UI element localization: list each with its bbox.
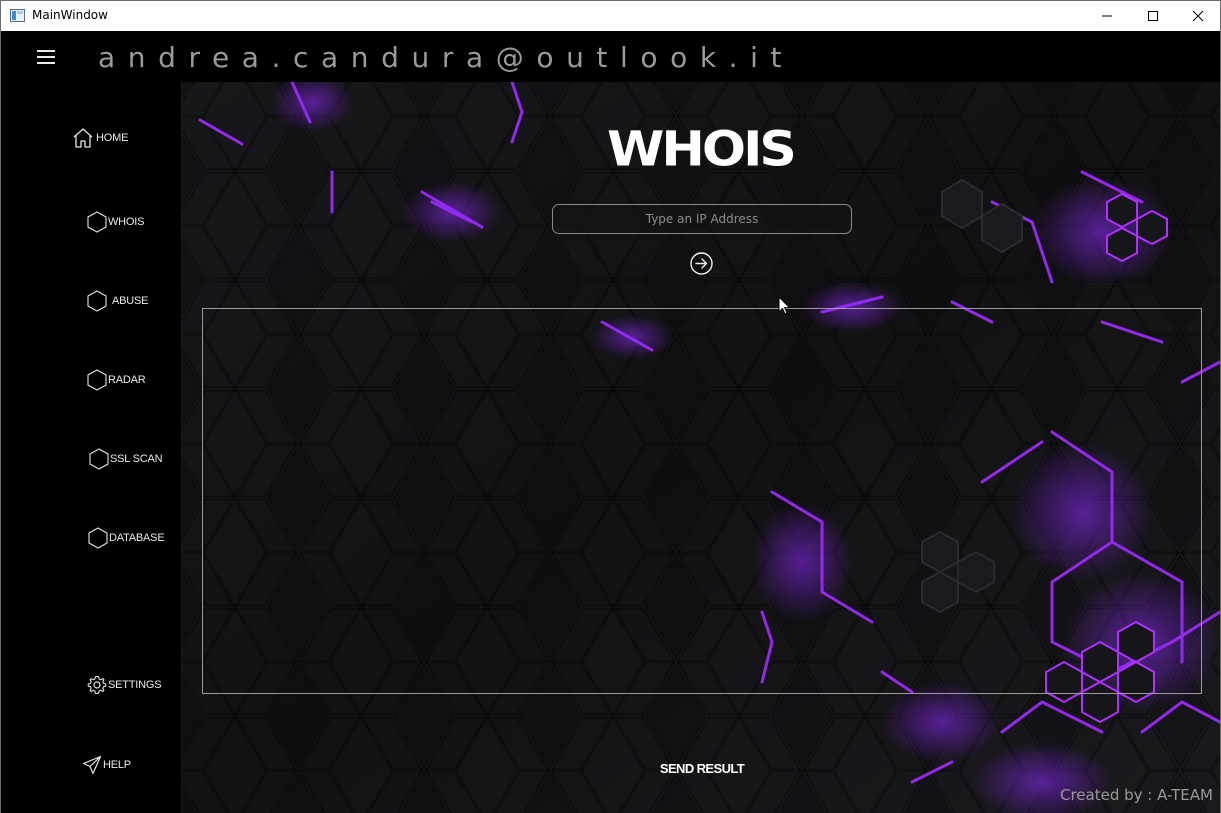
arrow-right-circle-icon	[690, 252, 713, 275]
window-title: MainWindow	[32, 8, 108, 22]
user-email: andrea.candura@outlook.it	[98, 41, 795, 74]
result-textarea[interactable]	[202, 308, 1202, 694]
sidebar-item-label: ABUSE	[112, 295, 149, 307]
minimize-icon	[1102, 15, 1112, 17]
menu-icon[interactable]	[37, 50, 55, 64]
close-button[interactable]	[1175, 1, 1221, 31]
header-bar: andrea.candura@outlook.it	[1, 31, 1220, 82]
hexagon-icon	[87, 369, 107, 391]
home-icon	[73, 128, 93, 148]
sidebar-item-ssl-scan[interactable]: SSL SCAN	[89, 448, 163, 470]
sidebar-item-abuse[interactable]: ABUSE	[87, 290, 148, 312]
sidebar: HOME WHOIS ABUSE RADAR SSL SCAN DATABASE…	[1, 82, 182, 813]
sidebar-item-label: HELP	[103, 759, 131, 771]
sidebar-item-whois[interactable]: WHOIS	[87, 211, 144, 233]
credit-label: Created by : A-TEAM	[1060, 786, 1213, 804]
sidebar-item-label: HOME	[96, 132, 129, 144]
send-result-button[interactable]: SEND RESULT	[652, 761, 752, 779]
hexagon-icon	[89, 448, 109, 470]
submit-button[interactable]	[689, 251, 714, 276]
sidebar-item-label: WHOIS	[108, 216, 145, 228]
hexagon-icon	[88, 527, 108, 549]
close-icon	[1192, 10, 1204, 22]
hexagon-icon	[87, 211, 107, 233]
sidebar-item-label: SETTINGS	[108, 679, 162, 691]
sidebar-item-label: DATABASE	[109, 532, 165, 544]
gear-icon	[87, 675, 107, 695]
sidebar-item-radar[interactable]: RADAR	[87, 369, 146, 391]
sidebar-item-label: SSL SCAN	[110, 453, 163, 465]
mouse-cursor-icon	[778, 296, 791, 315]
minimize-button[interactable]	[1084, 1, 1130, 31]
sidebar-item-help[interactable]: HELP	[82, 755, 131, 775]
sidebar-item-settings[interactable]: SETTINGS	[87, 675, 162, 695]
send-icon	[82, 755, 102, 775]
hexagon-icon	[87, 290, 107, 312]
main-window: MainWindow andrea.candura@outlook.it HOM…	[0, 0, 1221, 813]
maximize-icon	[1148, 11, 1158, 21]
sidebar-item-home[interactable]: HOME	[71, 126, 128, 150]
ip-address-input[interactable]	[552, 204, 852, 234]
title-bar: MainWindow	[1, 1, 1220, 31]
app-icon	[10, 9, 25, 22]
sidebar-item-label: RADAR	[108, 374, 146, 386]
page-logo: WHOIS	[607, 122, 797, 178]
main-panel: WHOIS SEND RESULT Created by : A-TEAM	[182, 82, 1220, 813]
maximize-button[interactable]	[1130, 1, 1176, 31]
sidebar-item-database[interactable]: DATABASE	[88, 527, 165, 549]
